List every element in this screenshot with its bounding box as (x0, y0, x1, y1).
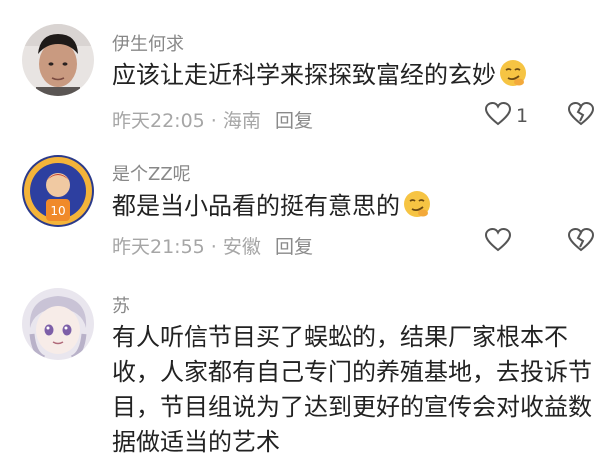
dislike-button[interactable] (567, 100, 597, 132)
comment-text: 都是当小品看的挺有意思的 (112, 189, 592, 224)
comment-text-body: 都是当小品看的挺有意思的 (112, 192, 400, 220)
heart-icon (484, 227, 512, 257)
comment-username[interactable]: 伊生何求 (112, 30, 184, 56)
broken-heart-icon (567, 227, 595, 257)
comment-location: 安徽 (222, 236, 261, 258)
comment-item-2: 10 是个ZZ呢 都是当小品看的挺有意思的 昨天21:55 · 安徽 回复 (0, 140, 600, 280)
comment-item-3: 苏 有人听信节目买了蜈蚣的，结果厂家根本不收，人家都有自己专门的养殖基地，去投诉… (0, 280, 600, 456)
comment-text: 应该让走近科学来探探致富经的玄妙 (112, 58, 592, 93)
comment-text-body: 应该让走近科学来探探致富经的玄妙 (112, 61, 496, 89)
comment-username[interactable]: 是个ZZ呢 (112, 160, 191, 186)
comment-meta: 昨天21:55 · 安徽 (112, 232, 261, 259)
comment-meta: 昨天22:05 · 海南 (112, 106, 261, 133)
avatar[interactable] (22, 288, 94, 360)
broken-heart-icon (567, 101, 595, 131)
meta-separator: · (204, 236, 223, 258)
avatar[interactable] (22, 24, 94, 96)
comment-time: 昨天21:55 (112, 236, 205, 258)
comment-location: 海南 (222, 110, 261, 132)
comment-username[interactable]: 苏 (112, 292, 130, 318)
svg-text:10: 10 (50, 204, 65, 218)
like-button[interactable] (484, 226, 544, 258)
meta-separator: · (204, 110, 223, 132)
heart-icon (484, 101, 512, 131)
dislike-button[interactable] (567, 226, 597, 258)
smirk-face-emoji-icon (498, 58, 528, 88)
comment-text-body: 有人听信节目买了蜈蚣的，结果厂家根本不收，人家都有自己专门的养殖基地，去投诉节目… (112, 323, 592, 456)
reply-button[interactable]: 回复 (275, 232, 313, 259)
like-count: 1 (516, 105, 529, 127)
reply-button[interactable]: 回复 (275, 106, 313, 133)
like-button[interactable]: 1 (484, 100, 544, 132)
avatar[interactable]: 10 (22, 155, 94, 227)
smirk-face-emoji-icon (402, 189, 432, 219)
comment-text: 有人听信节目买了蜈蚣的，结果厂家根本不收，人家都有自己专门的养殖基地，去投诉节目… (112, 320, 592, 460)
comment-time: 昨天22:05 (112, 110, 205, 132)
comment-item-1: 伊生何求 应该让走近科学来探探致富经的玄妙 昨天22:05 · 海南 回复 1 (0, 0, 600, 140)
